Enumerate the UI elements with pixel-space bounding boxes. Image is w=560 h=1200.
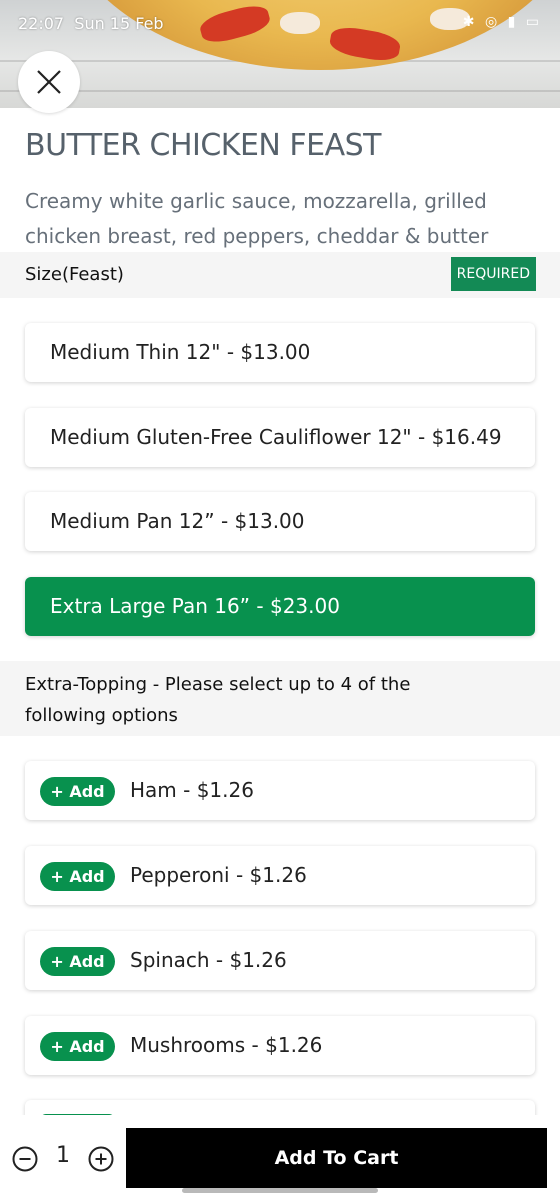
topping-section-header: Extra-Topping - Please select up to 4 of… (0, 661, 560, 736)
topping-item[interactable]: + Add Pepperoni - $1.26 (25, 846, 535, 905)
required-badge: REQUIRED (450, 257, 536, 291)
size-option[interactable]: Medium Gluten-Free Cauliflower 12" - $16… (25, 408, 535, 467)
add-topping-button[interactable]: + Add (40, 947, 115, 976)
add-topping-button[interactable]: + Add (40, 1032, 115, 1061)
add-topping-button[interactable]: + Add (40, 777, 115, 806)
minus-circle-icon[interactable] (12, 1146, 38, 1172)
size-option-label: Medium Thin 12" - $13.00 (50, 340, 311, 364)
topping-label: Ham - $1.26 (130, 778, 254, 802)
topping-section-label: Extra-Topping - Please select up to 4 of… (25, 674, 411, 726)
status-icons: ✱ ◎ ▮ ▭ (462, 14, 542, 30)
home-indicator (182, 1188, 378, 1193)
size-option[interactable]: Medium Thin 12" - $13.00 (25, 323, 535, 382)
add-to-cart-button[interactable]: Add To Cart (126, 1128, 547, 1188)
topping-label: Mushrooms - $1.26 (130, 1033, 323, 1057)
size-option[interactable]: Medium Pan 12” - $13.00 (25, 492, 535, 551)
topping-item[interactable]: + Add Ham - $1.26 (25, 761, 535, 820)
close-icon (37, 70, 61, 94)
topping-item[interactable]: + Add Mushrooms - $1.26 (25, 1016, 535, 1075)
size-section-header: Size(Feast) REQUIRED (0, 252, 560, 298)
add-topping-button[interactable]: + Add (40, 862, 115, 891)
topping-label: Pepperoni - $1.26 (130, 863, 307, 887)
hero-image: 22:07 Sun 15 Feb ✱ ◎ ▮ ▭ (0, 0, 560, 108)
size-section-label: Size(Feast) (25, 264, 124, 285)
size-option-label: Medium Gluten-Free Cauliflower 12" - $16… (50, 425, 502, 449)
size-option-label: Medium Pan 12” - $13.00 (50, 509, 305, 533)
plus-circle-icon[interactable] (88, 1146, 114, 1172)
size-option-label: Extra Large Pan 16” - $23.00 (50, 594, 340, 618)
close-button[interactable] (18, 51, 80, 113)
topping-item[interactable]: + Add Spinach - $1.26 (25, 931, 535, 990)
topping-label: Spinach - $1.26 (130, 948, 287, 972)
status-time: 22:07 Sun 15 Feb (18, 14, 164, 33)
size-option-selected[interactable]: Extra Large Pan 16” - $23.00 (25, 577, 535, 636)
quantity-value: 1 (56, 1143, 70, 1168)
item-title: BUTTER CHICKEN FEAST (25, 128, 382, 163)
